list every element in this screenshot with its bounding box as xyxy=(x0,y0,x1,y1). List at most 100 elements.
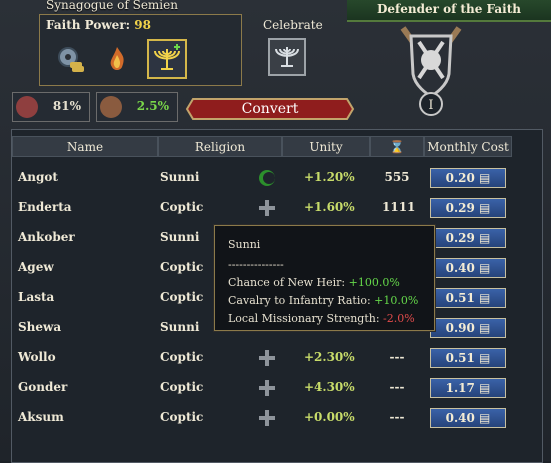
tooltip-line3-value: -2.0% xyxy=(383,312,415,325)
missionary-value: 2.5% xyxy=(136,99,169,113)
cost-value: 0.40 xyxy=(445,261,475,275)
province-religion: Coptic xyxy=(160,290,204,304)
province-time: 555 xyxy=(384,170,410,184)
province-name: Gonder xyxy=(18,380,68,394)
defender-crest-icon[interactable]: I xyxy=(393,22,469,120)
panel-title: Synagogue of Semien xyxy=(46,0,178,12)
defender-of-faith-banner[interactable]: Defender of the Faith xyxy=(347,0,551,22)
cost-value: 1.17 xyxy=(445,381,475,395)
province-name: Enderta xyxy=(18,200,72,214)
gold-coins-icon: ▤ xyxy=(479,291,491,305)
province-time: --- xyxy=(389,380,405,394)
cost-value: 0.51 xyxy=(445,351,475,365)
convert-label: Convert xyxy=(241,101,299,117)
tooltip-line2-label: Cavalry to Infantry Ratio: xyxy=(228,294,375,307)
cost-value: 0.29 xyxy=(445,231,475,245)
religion-tooltip: Sunni --------------- Chance of New Heir… xyxy=(214,225,435,331)
monthly-cost-button[interactable]: 0.51 ▤ xyxy=(430,288,506,308)
convert-button[interactable]: Convert xyxy=(185,96,355,122)
gold-coins-icon: ▤ xyxy=(479,171,491,185)
gold-coins-icon: ▤ xyxy=(479,261,491,275)
crescent-icon xyxy=(257,168,277,188)
coptic-cross-icon xyxy=(257,198,277,218)
header-monthly-cost[interactable]: Monthly Cost xyxy=(424,136,512,157)
table-row[interactable]: Angot Sunni +1.20% 555 0.20 ▤ xyxy=(12,164,542,194)
tooltip-line3: Local Missionary Strength: -2.0% xyxy=(228,312,415,325)
table-row[interactable]: Aksum Coptic +0.00% --- 0.40 ▤ xyxy=(12,404,542,434)
province-time: --- xyxy=(389,410,405,424)
province-unity: +1.20% xyxy=(304,170,355,184)
province-unity: +0.00% xyxy=(304,410,355,424)
province-religion: Coptic xyxy=(160,260,204,274)
table-row[interactable]: Gonder Coptic +4.30% --- 1.17 ▤ xyxy=(12,374,542,404)
province-religion: Sunni xyxy=(160,230,200,244)
defender-rank: I xyxy=(428,98,433,113)
province-name: Agew xyxy=(18,260,54,274)
flame-icon[interactable] xyxy=(100,43,134,77)
monthly-cost-button[interactable]: 1.17 ▤ xyxy=(430,378,506,398)
cost-value: 0.20 xyxy=(445,171,475,185)
religious-unity-stat[interactable]: 81% xyxy=(12,92,90,122)
tooltip-title: Sunni xyxy=(228,238,261,251)
tooltip-line3-label: Local Missionary Strength: xyxy=(228,312,384,325)
tooltip-line2-value: +10.0% xyxy=(374,294,419,307)
header-unity[interactable]: Unity xyxy=(282,136,370,157)
header-time[interactable]: ⌛ xyxy=(370,136,424,157)
gears-gold-icon[interactable] xyxy=(54,43,88,77)
gold-coins-icon: ▤ xyxy=(479,351,491,365)
gold-coins-icon: ▤ xyxy=(479,381,491,395)
province-time: 1111 xyxy=(382,200,416,214)
table-row[interactable]: Enderta Coptic +1.60% 1111 0.29 ▤ xyxy=(12,194,542,224)
province-unity: +2.30% xyxy=(304,350,355,364)
coptic-cross-icon xyxy=(257,408,277,428)
celebrate-button[interactable] xyxy=(268,38,306,76)
coptic-cross-icon xyxy=(257,348,277,368)
province-name: Aksum xyxy=(18,410,64,424)
province-religion: Sunni xyxy=(160,320,200,334)
menorah-icon[interactable] xyxy=(147,39,187,79)
table-header: Name Religion Unity ⌛ Monthly Cost xyxy=(12,136,542,158)
province-religion: Sunni xyxy=(160,170,200,184)
monthly-cost-button[interactable]: 0.51 ▤ xyxy=(430,348,506,368)
province-name: Lasta xyxy=(18,290,55,304)
religious-unity-value: 81% xyxy=(52,99,81,113)
header-name[interactable]: Name xyxy=(12,136,158,157)
cost-value: 0.90 xyxy=(445,321,475,335)
faith-power-box: Faith Power: 98 xyxy=(39,14,242,86)
monthly-cost-button[interactable]: 0.40 ▤ xyxy=(430,258,506,278)
gold-coins-icon: ▤ xyxy=(479,321,491,335)
celebrate-label: Celebrate xyxy=(263,18,323,32)
tooltip-divider: --------------- xyxy=(228,258,284,271)
gold-coins-icon: ▤ xyxy=(479,201,491,215)
tooltip-line1-label: Chance of New Heir: xyxy=(228,276,349,289)
cost-value: 0.51 xyxy=(445,291,475,305)
monthly-cost-button[interactable]: 0.40 ▤ xyxy=(430,408,506,428)
province-time: --- xyxy=(389,350,405,364)
monthly-cost-button[interactable]: 0.90 ▤ xyxy=(430,318,506,338)
table-row[interactable]: Wollo Coptic +2.30% --- 0.51 ▤ xyxy=(12,344,542,374)
province-name: Ankober xyxy=(18,230,75,244)
tooltip-line2: Cavalry to Infantry Ratio: +10.0% xyxy=(228,294,418,307)
tooltip-line1: Chance of New Heir: +100.0% xyxy=(228,276,400,289)
tooltip-line1-value: +100.0% xyxy=(348,276,400,289)
province-religion: Coptic xyxy=(160,200,204,214)
faith-power-text: Faith Power: xyxy=(46,18,131,32)
faith-power-value: 98 xyxy=(134,18,151,32)
cost-value: 0.29 xyxy=(445,201,475,215)
unity-icon xyxy=(16,96,38,118)
monthly-cost-button[interactable]: 0.20 ▤ xyxy=(430,168,506,188)
province-name: Wollo xyxy=(18,350,56,364)
faith-power-label: Faith Power: 98 xyxy=(46,18,151,32)
province-religion: Coptic xyxy=(160,350,204,364)
province-unity: +1.60% xyxy=(304,200,355,214)
monthly-cost-button[interactable]: 0.29 ▤ xyxy=(430,228,506,248)
monthly-cost-button[interactable]: 0.29 ▤ xyxy=(430,198,506,218)
header-religion[interactable]: Religion xyxy=(158,136,282,157)
province-name: Shewa xyxy=(18,320,62,334)
province-religion: Coptic xyxy=(160,380,204,394)
coptic-cross-icon xyxy=(257,378,277,398)
cost-value: 0.40 xyxy=(445,411,475,425)
missionary-stat[interactable]: 2.5% xyxy=(96,92,178,122)
missionary-icon xyxy=(100,96,122,118)
province-unity: +4.30% xyxy=(304,380,355,394)
